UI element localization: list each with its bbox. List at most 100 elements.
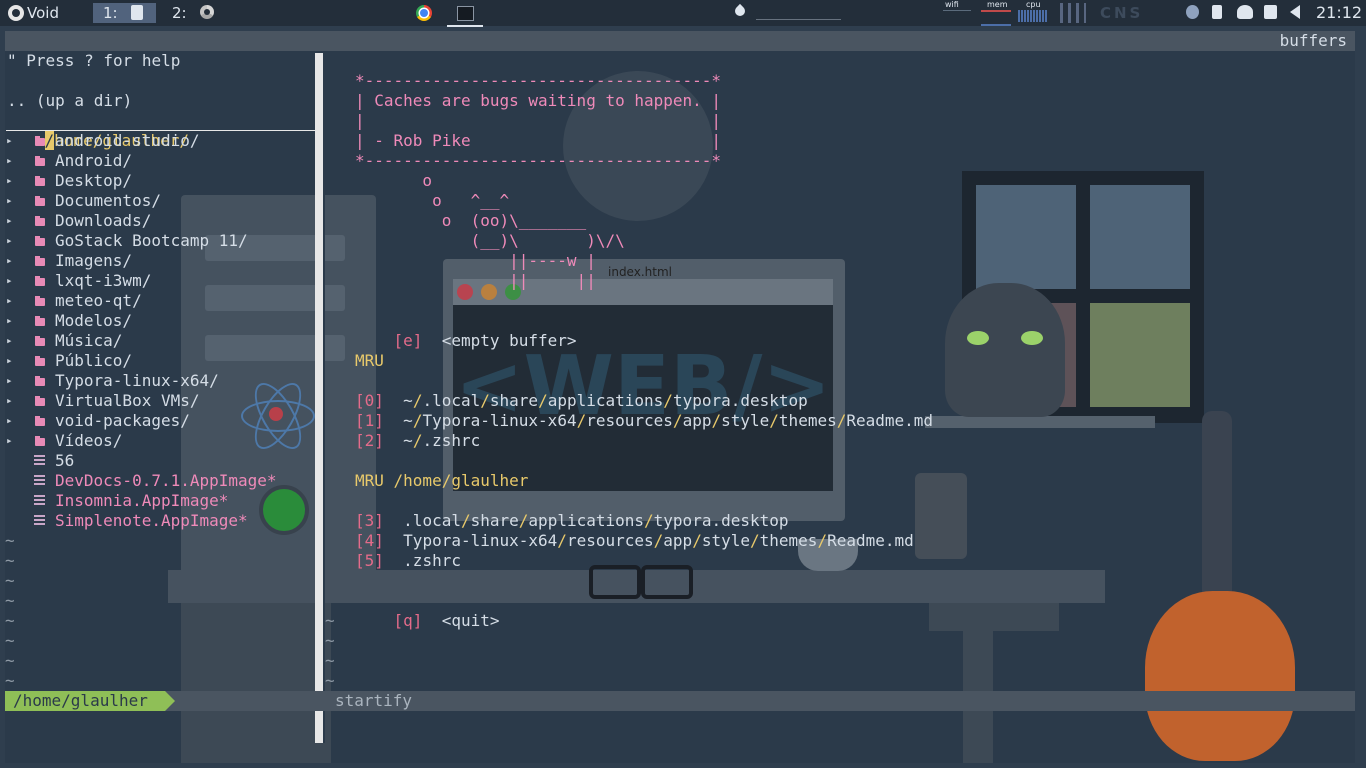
volume-bars-icon — [1060, 3, 1086, 23]
tree-item[interactable]: Insomnia.AppImage* — [5, 491, 315, 511]
tilde-line: ~ — [5, 611, 15, 630]
tree-item[interactable]: ▸ Documentos/ — [5, 191, 315, 211]
startify-quit[interactable]: [q] <quit> — [355, 591, 500, 651]
tilde-line: ~ — [5, 651, 15, 670]
tree-item-label: Simplenote.AppImage* — [55, 511, 248, 530]
expand-arrow-icon: ▸ — [6, 254, 13, 267]
tree-item[interactable]: ▸ Typora-linux-x64/ — [5, 371, 315, 391]
clipboard-icon[interactable] — [1212, 5, 1222, 19]
battery-icon[interactable] — [1264, 5, 1277, 19]
tilde-line: ~ — [5, 571, 15, 590]
path-segment: resources — [566, 531, 654, 550]
taskbar-chrome-icon[interactable] — [416, 5, 432, 21]
tree-item[interactable]: ▸ Android/ — [5, 151, 315, 171]
expand-arrow-icon: ▸ — [6, 414, 13, 427]
path-separator: / — [711, 411, 722, 430]
tree-item[interactable]: ▸ meteo-qt/ — [5, 291, 315, 311]
tree-item[interactable]: ▸ Desktop/ — [5, 171, 315, 191]
tree-item[interactable]: ▸ Imagens/ — [5, 251, 315, 271]
tree-item-label: Desktop/ — [55, 171, 133, 190]
path-separator: / — [557, 531, 567, 550]
workspace-1-button[interactable]: 1: — [93, 3, 156, 23]
path-segment: applications — [528, 511, 645, 530]
tilde-line: ~ — [325, 611, 335, 630]
nerdtree-up-dir[interactable]: .. (up a dir) — [7, 91, 132, 111]
path-segment: resources — [586, 411, 673, 430]
tree-item-label: DevDocs-0.7.1.AppImage* — [55, 471, 277, 490]
tree-item-label: Público/ — [55, 351, 133, 370]
tree-item[interactable]: Simplenote.AppImage* — [5, 511, 315, 531]
tree-item[interactable]: ▸ android-studio/ — [5, 131, 315, 151]
folder-icon — [35, 436, 45, 446]
quote-line: o ^__^ — [355, 191, 510, 210]
tree-item[interactable]: ▸ Modelos/ — [5, 311, 315, 331]
tabline-buffers-label[interactable]: buffers — [1280, 31, 1347, 51]
tree-item[interactable]: DevDocs-0.7.1.AppImage* — [5, 471, 315, 491]
void-logo-icon[interactable] — [8, 5, 24, 21]
quote-line: ||----w | — [355, 251, 596, 270]
mem-monitor: mem — [981, 0, 1011, 26]
path-segment: app — [663, 531, 693, 550]
expand-arrow-icon: ▸ — [6, 334, 13, 347]
tilde-line: ~ — [325, 651, 335, 670]
network-icon[interactable] — [1237, 5, 1253, 19]
folder-icon — [35, 396, 45, 406]
path-separator: / — [576, 411, 587, 430]
path-segment: .local — [403, 511, 461, 530]
nerdtree-help-hint: " Press ? for help — [7, 51, 181, 70]
tree-item[interactable]: ▸ Público/ — [5, 351, 315, 371]
mru-entry[interactable]: [0] ~/.local/share/applications/typora.d… — [355, 391, 808, 411]
expand-arrow-icon: ▸ — [6, 154, 13, 167]
brightness-drop-icon[interactable] — [732, 3, 748, 19]
tree-item-label: lxqt-i3wm/ — [55, 271, 152, 290]
tree-item-label: Imagens/ — [55, 251, 133, 270]
mru-entry[interactable]: [3] .local/share/applications/typora.des… — [355, 511, 789, 531]
notification-icon[interactable] — [1186, 5, 1199, 19]
mru-entry[interactable]: [4] Typora-linux-x64/resources/app/style… — [355, 531, 914, 551]
nerdtree-list: ▸ android-studio/ ▸ Android/ ▸ Desktop/ ▸ Docum… — [5, 131, 315, 531]
tree-item-label: meteo-qt/ — [55, 291, 142, 310]
tilde-line: ~ — [325, 631, 335, 650]
mru-entry[interactable]: [2] ~/.zshrc — [355, 431, 480, 451]
tree-item[interactable]: ▸ Música/ — [5, 331, 315, 351]
clock[interactable]: 21:12 — [1316, 3, 1362, 22]
path-separator: / — [750, 531, 760, 550]
tilde-line: ~ — [5, 671, 15, 690]
wallpaper-desk — [168, 570, 1105, 603]
speaker-icon[interactable] — [1290, 5, 1300, 19]
path-segment: app — [682, 411, 712, 430]
key-e: [e] — [393, 331, 423, 350]
tree-item[interactable]: ▸ void-packages/ — [5, 411, 315, 431]
terminal-window[interactable]: index.html <WEB/> buffers " Press ? for … — [5, 31, 1355, 763]
quote-line: o — [355, 171, 433, 190]
tree-item[interactable]: ▸ VirtualBox VMs/ — [5, 391, 315, 411]
tree-item-label: Documentos/ — [55, 191, 161, 210]
mru-key: [4] — [355, 531, 384, 550]
path-separator: / — [518, 511, 529, 530]
workspace-2-button[interactable]: 2: — [172, 4, 214, 22]
path-segment: typora.desktop — [653, 511, 789, 530]
path-separator: / — [817, 531, 828, 550]
wifi-label: wifi — [945, 0, 959, 9]
taskbar-terminal-icon[interactable] — [447, 3, 483, 27]
mru-entry[interactable]: [5] .zshrc — [355, 551, 461, 571]
mru-entry[interactable]: [1] ~/Typora-linux-x64/resources/app/sty… — [355, 411, 933, 431]
quote-line: | - Rob Pike | — [355, 131, 722, 150]
tree-item[interactable]: ▸ Downloads/ — [5, 211, 315, 231]
path-separator: / — [692, 531, 702, 550]
nerdtree-cwd[interactable]: /home/glaulher/ — [6, 111, 315, 150]
mru-key: [1] — [355, 411, 384, 430]
tree-item[interactable]: ▸ GoStack Bootcamp 11/ — [5, 231, 315, 251]
tree-item[interactable]: 56 — [5, 451, 315, 471]
expand-arrow-icon: ▸ — [6, 294, 13, 307]
expand-arrow-icon: ▸ — [6, 314, 13, 327]
path-segment: applications — [547, 391, 664, 410]
tree-item-label: Vídeos/ — [55, 431, 123, 450]
mem-label: mem — [987, 0, 1008, 9]
file-icon — [34, 515, 45, 527]
tree-item-label: void-packages/ — [55, 411, 190, 430]
startify-empty-buffer[interactable]: [e] <empty buffer> — [355, 311, 577, 371]
tree-item[interactable]: ▸ Vídeos/ — [5, 431, 315, 451]
tree-item[interactable]: ▸ lxqt-i3wm/ — [5, 271, 315, 291]
brightness-slider[interactable] — [756, 19, 841, 20]
